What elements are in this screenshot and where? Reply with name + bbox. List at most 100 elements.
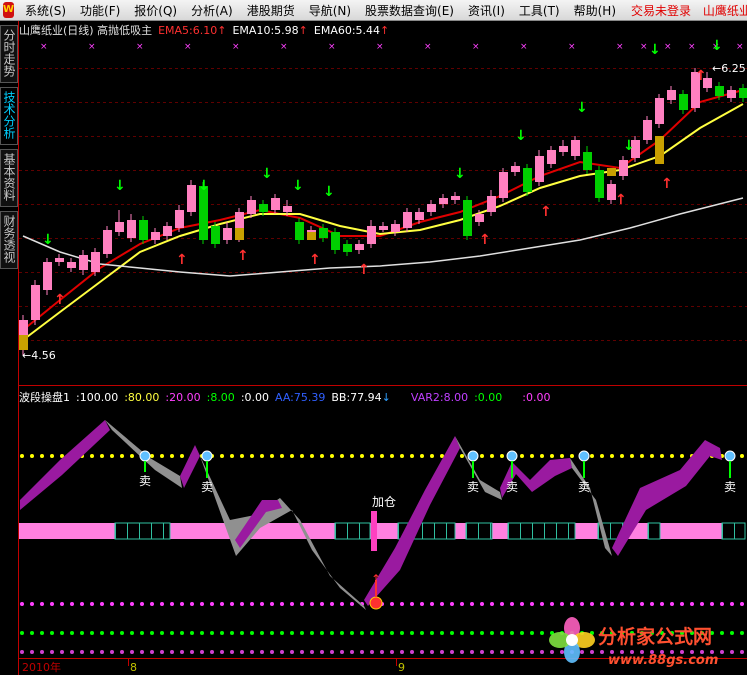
level-8-dots (300, 631, 304, 635)
level-8-dots (120, 631, 124, 635)
top-marker: × (568, 42, 576, 52)
level-80-dots (70, 454, 74, 458)
candle-body (595, 170, 604, 198)
indicator-bb: BB:77.94↓ (331, 391, 391, 404)
level-20-dots (140, 602, 144, 606)
candle-body (31, 285, 40, 320)
sell-marker-ball-icon (139, 450, 151, 462)
level-20-dots (590, 602, 594, 606)
level-20-dots (570, 602, 574, 606)
level-80-dots (60, 454, 64, 458)
candle-body (535, 156, 544, 182)
level-80-dots (190, 454, 194, 458)
level-20-dots (690, 602, 694, 606)
menu-item-6[interactable]: 股票数据查询(E) (358, 2, 461, 19)
wave-up (180, 445, 200, 488)
level-80-dots (740, 454, 744, 458)
level-8-dots (670, 631, 674, 635)
level-8-dots (260, 631, 264, 635)
menu-item-0[interactable]: 系统(S) (18, 2, 73, 19)
indicator-v1: :100.00 (76, 390, 119, 404)
level-20-dots (510, 602, 514, 606)
level-80-dots (210, 454, 214, 458)
level-8-dots (270, 631, 274, 635)
menu-item-3[interactable]: 分析(A) (184, 2, 240, 19)
level-20-dots (150, 602, 154, 606)
menu-item-2[interactable]: 报价(Q) (127, 2, 184, 19)
level-0-dots (530, 650, 534, 654)
menu-item-1[interactable]: 功能(F) (73, 2, 127, 19)
candle-body (715, 86, 724, 96)
level-0-dots (650, 650, 654, 654)
level-0-dots (430, 650, 434, 654)
level-20-dots (200, 602, 204, 606)
menu-item-9[interactable]: 帮助(H) (567, 2, 623, 19)
buy-arrow-icon: ↑ (54, 292, 66, 308)
ema60-up-arrow-icon: ↑ (380, 23, 390, 37)
login-status[interactable]: 交易未登录 (631, 4, 691, 18)
level-20-dots (470, 602, 474, 606)
level-0-dots (290, 650, 294, 654)
sell-arrow-icon: ↓ (198, 178, 210, 194)
buy-arrow-icon: ↑ (479, 232, 491, 248)
sell-label: 卖 (467, 480, 479, 494)
band-gap (397, 522, 456, 540)
level-20-dots (480, 602, 484, 606)
level-8-dots (420, 631, 424, 635)
level-80-dots (50, 454, 54, 458)
level-20-dots (250, 602, 254, 606)
candle-body (727, 90, 736, 98)
current-stock: 山鹰纸业 (702, 3, 747, 18)
indicator-v5: :0.00 (240, 390, 270, 404)
level-80-dots (240, 454, 244, 458)
level-0-dots (480, 650, 484, 654)
menu-item-7[interactable]: 资讯(I) (461, 2, 512, 19)
candle-body (367, 226, 376, 244)
band-gap (597, 522, 626, 540)
menu-item-5[interactable]: 导航(N) (302, 2, 358, 19)
tab-fundamentals[interactable]: 基本资料 (0, 149, 18, 207)
level-80-dots (400, 454, 404, 458)
menu-item-8[interactable]: 工具(T) (512, 2, 567, 19)
indicator-v3: :20.00 (165, 390, 201, 404)
level-20-dots (720, 602, 724, 606)
axis-month-8: 8 (130, 661, 137, 674)
level-8-dots (450, 631, 454, 635)
candle-body (199, 186, 208, 240)
level-0-dots (440, 650, 444, 654)
buy-marker-ball-icon (369, 596, 383, 610)
level-80-dots (320, 454, 324, 458)
menu-item-4[interactable]: 港股期货 (240, 2, 302, 19)
tab-intraday[interactable]: 分时走势 (0, 25, 18, 83)
tab-technical-label: 技术分析 (2, 91, 16, 139)
level-8-dots (550, 631, 554, 635)
wave-up (20, 420, 110, 510)
level-80-dots (700, 454, 704, 458)
level-80-dots (370, 454, 374, 458)
bb-down-arrow-icon: ↓ (381, 390, 391, 404)
level-20-dots (260, 602, 264, 606)
sell-marker-ball-icon (578, 450, 590, 462)
buy-arrow-icon: ↑ (237, 248, 249, 264)
level-0-dots (470, 650, 474, 654)
indicator-v2: :80.00 (124, 390, 160, 404)
level-8-dots (730, 631, 734, 635)
level-80-dots (290, 454, 294, 458)
level-80-dots (630, 454, 634, 458)
low-arrow-icon: ← (22, 349, 31, 362)
wave-down (570, 458, 612, 556)
level-8-dots (130, 631, 134, 635)
top-marker: × (280, 42, 288, 52)
level-80-dots (490, 454, 494, 458)
level-20-dots (210, 602, 214, 606)
ema60-text: EMA60:5.44 (313, 23, 381, 37)
candle-body (439, 198, 448, 204)
level-20-dots (110, 602, 114, 606)
level-8-dots (60, 631, 64, 635)
buy-arrow-icon: ↑ (176, 252, 188, 268)
watermark: 分析家公式网 www.88gs.com (549, 617, 718, 668)
tab-financials[interactable]: 财务透视 (0, 211, 18, 269)
level-80-dots (690, 454, 694, 458)
level-0-dots (70, 650, 74, 654)
tab-technical[interactable]: 技术分析 (0, 87, 18, 145)
